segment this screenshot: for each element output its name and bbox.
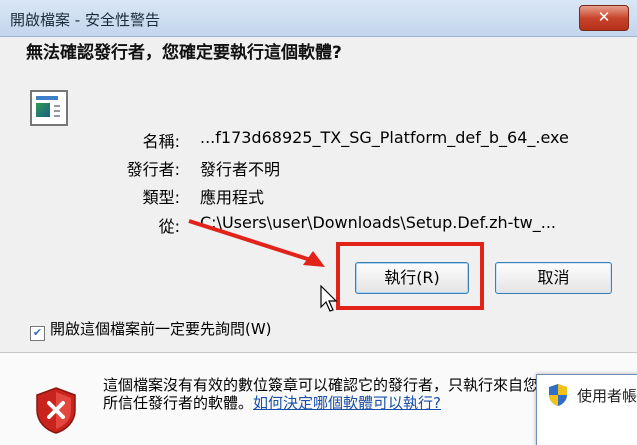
- uac-shield-icon: [549, 384, 567, 406]
- from-label: 從:: [158, 217, 180, 236]
- question-text: 無法確認發行者，您確定要執行這個軟體?: [26, 43, 342, 63]
- cancel-button[interactable]: 取消: [495, 262, 612, 294]
- name-value: ...f173d68925_TX_SG_Platform_def_b_64_.e…: [200, 128, 569, 147]
- highlight-box: [336, 242, 484, 310]
- titlebar: 開啟檔案 - 安全性警告 ✕: [0, 0, 637, 37]
- red-arrow-annotation: [188, 219, 325, 267]
- type-label: 類型:: [142, 188, 180, 207]
- uac-popup[interactable]: 使用者帳戶控制: [536, 374, 637, 445]
- how-to-decide-link[interactable]: 如何決定哪個軟體可以執行?: [253, 394, 441, 412]
- always-ask-checkbox-row[interactable]: ✔ 開啟這個檔案前一定要先詢問(W): [30, 318, 272, 341]
- shield-error-icon: [36, 387, 76, 434]
- publisher-value: 發行者不明: [200, 160, 281, 179]
- uac-popup-text: 使用者帳戶控制: [577, 387, 637, 405]
- mouse-cursor-icon: [320, 285, 338, 312]
- always-ask-label: 開啟這個檔案前一定要先詢問(W): [50, 320, 272, 338]
- warning-text: 這個檔案沒有有效的數位簽章可以確認它的發行者，只執行來自您所信任發行者的軟體。如…: [103, 376, 543, 412]
- window-title: 開啟檔案 - 安全性警告: [10, 11, 160, 29]
- security-warning-dialog: 開啟檔案 - 安全性警告 ✕ 無法確認發行者，您確定要執行這個軟體? 名稱: .…: [0, 0, 637, 445]
- publisher-label: 發行者:: [126, 160, 180, 179]
- application-icon: [30, 90, 68, 126]
- always-ask-checkbox[interactable]: ✔: [30, 326, 45, 341]
- type-value: 應用程式: [200, 188, 265, 207]
- close-button[interactable]: ✕: [579, 5, 629, 31]
- name-label: 名稱:: [142, 132, 180, 151]
